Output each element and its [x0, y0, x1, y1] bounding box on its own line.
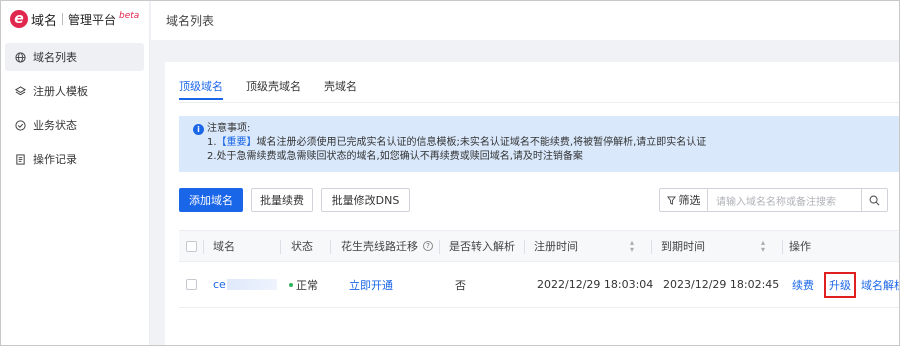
- column-header-domain: 域名: [213, 240, 235, 253]
- sidebar-item-label: 操作记录: [33, 153, 77, 166]
- filter-label: 筛选: [678, 194, 701, 207]
- domain-cell[interactable]: ce: [213, 262, 277, 307]
- sidebar-item-label: 业务状态: [33, 119, 77, 132]
- domain-name-redacted: [226, 279, 277, 290]
- info-icon: i: [193, 124, 204, 135]
- checkbox-box: [186, 240, 197, 252]
- status-cell: 正常: [289, 262, 318, 307]
- tab-top-level-domain[interactable]: 顶级域名: [179, 78, 223, 100]
- column-header-transfer-dns: 是否转入解析: [449, 240, 515, 253]
- table-row: ce 正常 立即开通 否 2022/12/29 18:03:04 2023/12…: [179, 262, 900, 308]
- logo-divider: [62, 13, 64, 25]
- brand-logo[interactable]: e 域名 管理平台 beta: [0, 0, 149, 38]
- brand-name: 域名: [31, 13, 58, 29]
- notice-line-1: 1.【重要】域名注册必须使用已完成实名认证的信息模板;未实名认证域名不能续费,将…: [207, 136, 900, 150]
- notice-line-1-prefix: 1.: [207, 137, 217, 148]
- sidebar: e 域名 管理平台 beta 域名列表 注册人模板 业务状态 操作记录: [0, 0, 150, 346]
- column-header-status: 状态: [291, 240, 313, 253]
- search-button[interactable]: [862, 188, 888, 212]
- filter-icon: [666, 195, 676, 205]
- transfer-dns-value: 否: [455, 278, 466, 292]
- select-all-checkbox[interactable]: [186, 231, 197, 261]
- activate-now-link[interactable]: 立即开通: [349, 262, 393, 307]
- actions-cell: 续费 升级 域名解析: [792, 262, 900, 307]
- activate-now-label[interactable]: 立即开通: [349, 277, 393, 293]
- check-circle-icon: [15, 119, 26, 131]
- notice-banner: i 注意事项: 1.【重要】域名注册必须使用已完成实名认证的信息模板;未实名认证…: [179, 116, 900, 172]
- add-domain-button[interactable]: 添加域名: [179, 188, 243, 212]
- registration-time: 2022/12/29 18:03:04: [537, 278, 654, 291]
- sidebar-menu: 域名列表 注册人模板 业务状态 操作记录: [0, 43, 149, 173]
- notice-title: 注意事项:: [207, 123, 251, 134]
- column-divider: [203, 240, 204, 254]
- notice-important-tag: 【重要】: [216, 137, 257, 148]
- checkbox-box: [186, 279, 197, 290]
- renew-link[interactable]: 续费: [792, 277, 814, 293]
- column-divider: [439, 240, 440, 254]
- beta-badge: beta: [119, 11, 140, 21]
- batch-renew-button[interactable]: 批量续费: [251, 188, 313, 212]
- sort-expiry-time-icon[interactable]: ▴ ▾: [761, 231, 765, 261]
- column-divider: [330, 240, 331, 254]
- logo-e-icon: e: [10, 10, 28, 28]
- globe-icon: [15, 51, 26, 63]
- column-header-registration-time[interactable]: 注册时间: [534, 231, 578, 261]
- sidebar-item-registrant-templates[interactable]: 注册人模板: [5, 77, 144, 105]
- search-icon: [869, 195, 880, 206]
- row-checkbox[interactable]: [186, 262, 197, 307]
- tab-shell-domain[interactable]: 壳域名: [324, 78, 357, 100]
- dns-resolution-link[interactable]: 域名解析: [861, 277, 900, 293]
- column-header-actions: 操作: [789, 240, 811, 253]
- tab-top-level-shell-domain[interactable]: 顶级壳域名: [246, 78, 301, 100]
- column-divider: [782, 240, 783, 254]
- batch-modify-dns-button[interactable]: 批量修改DNS: [321, 188, 410, 212]
- expiry-time: 2023/12/29 18:02:45: [663, 278, 780, 291]
- notice-line-2: 2.处于急需续费或急需赎回状态的域名,如您确认不再续费或赎回域名,请及时注销备案: [207, 151, 583, 162]
- sidebar-item-label: 域名列表: [33, 51, 77, 64]
- layers-icon: [15, 85, 26, 97]
- filter-button[interactable]: 筛选: [659, 188, 707, 212]
- column-divider: [651, 240, 652, 254]
- domain-name-link[interactable]: ce: [213, 278, 226, 291]
- brand-subtitle: 管理平台: [68, 12, 117, 27]
- help-icon[interactable]: ?: [423, 241, 433, 251]
- page-header: 域名列表: [151, 0, 900, 40]
- sidebar-item-domain-list[interactable]: 域名列表: [5, 43, 144, 71]
- column-divider: [524, 240, 525, 254]
- sidebar-item-operation-log[interactable]: 操作记录: [5, 145, 144, 173]
- table-header-row: 域名 状态 花生壳线路迁移 ? 是否转入解析 注册时间 ▴ ▾ 到期时间 ▴ ▾ 操…: [179, 230, 900, 262]
- status-dot-icon: [289, 282, 293, 287]
- sort-registration-time-icon[interactable]: ▴ ▾: [630, 231, 634, 261]
- document-icon: [15, 153, 26, 165]
- column-header-route-migration: 花生壳线路迁移 ?: [341, 231, 433, 261]
- domain-table: 域名 状态 花生壳线路迁移 ? 是否转入解析 注册时间 ▴ ▾ 到期时间 ▴ ▾ 操…: [179, 230, 900, 308]
- route-migration-label: 花生壳线路迁移: [341, 240, 418, 253]
- domain-tabs: 顶级域名 顶级壳域名 壳域名: [179, 78, 380, 100]
- main-card: 顶级域名 顶级壳域名 壳域名 i 注意事项: 1.【重要】域名注册必须使用已完成…: [165, 62, 900, 346]
- notice-line-1-text: 域名注册必须使用已完成实名认证的信息模板;未实名认证域名不能续费,将被暂停解析,…: [256, 137, 707, 148]
- tabs-divider: [179, 102, 900, 103]
- column-header-expiry-time[interactable]: 到期时间: [661, 231, 705, 261]
- sidebar-item-business-status[interactable]: 业务状态: [5, 111, 144, 139]
- status-text: 正常: [296, 278, 318, 292]
- page-title: 域名列表: [166, 13, 215, 28]
- column-divider: [280, 240, 281, 254]
- toolbar: 添加域名 批量续费 批量修改DNS 筛选 请输入域名名称或备注搜索: [179, 188, 888, 212]
- sidebar-item-label: 注册人模板: [33, 85, 88, 98]
- upgrade-link[interactable]: 升级: [824, 271, 856, 298]
- search-input[interactable]: 请输入域名名称或备注搜索: [707, 188, 862, 212]
